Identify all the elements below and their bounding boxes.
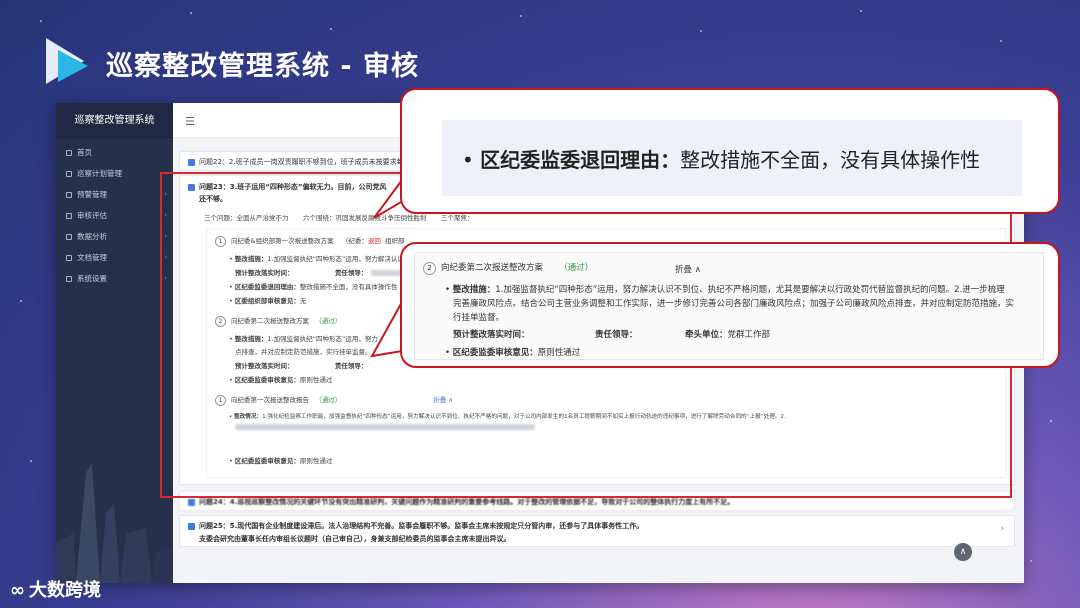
watermark: ∞ 大数跨境 <box>10 580 101 601</box>
menu-item-analysis[interactable]: 数据分析 › <box>56 226 173 247</box>
menu-item-settings[interactable]: 系统设置 › <box>56 268 173 289</box>
sidebar-title: 巡察整改管理系统 <box>56 103 173 138</box>
chevron-right-icon[interactable]: › <box>1000 524 1004 534</box>
play-logo-icon <box>46 38 88 84</box>
city-skyline-image <box>56 463 173 583</box>
issue-row-25[interactable]: 问题25：5.现代国有企业制度建设滞后。法人治理结构不完善。监事会履职不够。监事… <box>179 515 1015 547</box>
document-icon <box>66 255 72 261</box>
calendar-icon <box>66 171 72 177</box>
checkbox-icon[interactable] <box>188 498 195 506</box>
menu-toggle-icon[interactable]: ☰ <box>185 115 195 128</box>
fold-toggle[interactable]: 折叠 ∧ <box>675 263 701 275</box>
bell-icon <box>66 192 72 198</box>
chevron-up-icon: ∧ <box>959 547 967 557</box>
menu-item-alert[interactable]: 预警管理 › <box>56 184 173 205</box>
review-icon <box>66 213 72 219</box>
reject-reason-callout: • 区纪委监委退回理由：整改措施不全面，没有具体操作性 <box>400 88 1060 214</box>
menu-item-home[interactable]: 首页 <box>56 142 173 163</box>
checkbox-icon[interactable] <box>188 522 195 530</box>
slide-title: 巡察整改管理系统 - 审核 <box>106 51 420 82</box>
infinity-logo-icon: ∞ <box>10 580 25 601</box>
home-icon <box>66 150 72 156</box>
checkbox-icon[interactable] <box>188 158 195 166</box>
scroll-top-button[interactable]: ∧ <box>954 543 972 561</box>
sidebar: 巡察整改管理系统 首页 巡察计划管理 › 预警管理 › 审核评估 › 数据分析 › 文档… <box>56 103 173 583</box>
chart-icon <box>66 234 72 240</box>
menu-item-docs[interactable]: 文档管理 › <box>56 247 173 268</box>
menu-item-review[interactable]: 审核评估 › <box>56 205 173 226</box>
second-plan-callout: 2 向纪委第二次报送整改方案 （通过） 折叠 ∧ • 整改措施：1.加强监督执纪“… <box>400 242 1060 368</box>
gear-icon <box>66 276 72 282</box>
menu-item-plan[interactable]: 巡察计划管理 › <box>56 163 173 184</box>
